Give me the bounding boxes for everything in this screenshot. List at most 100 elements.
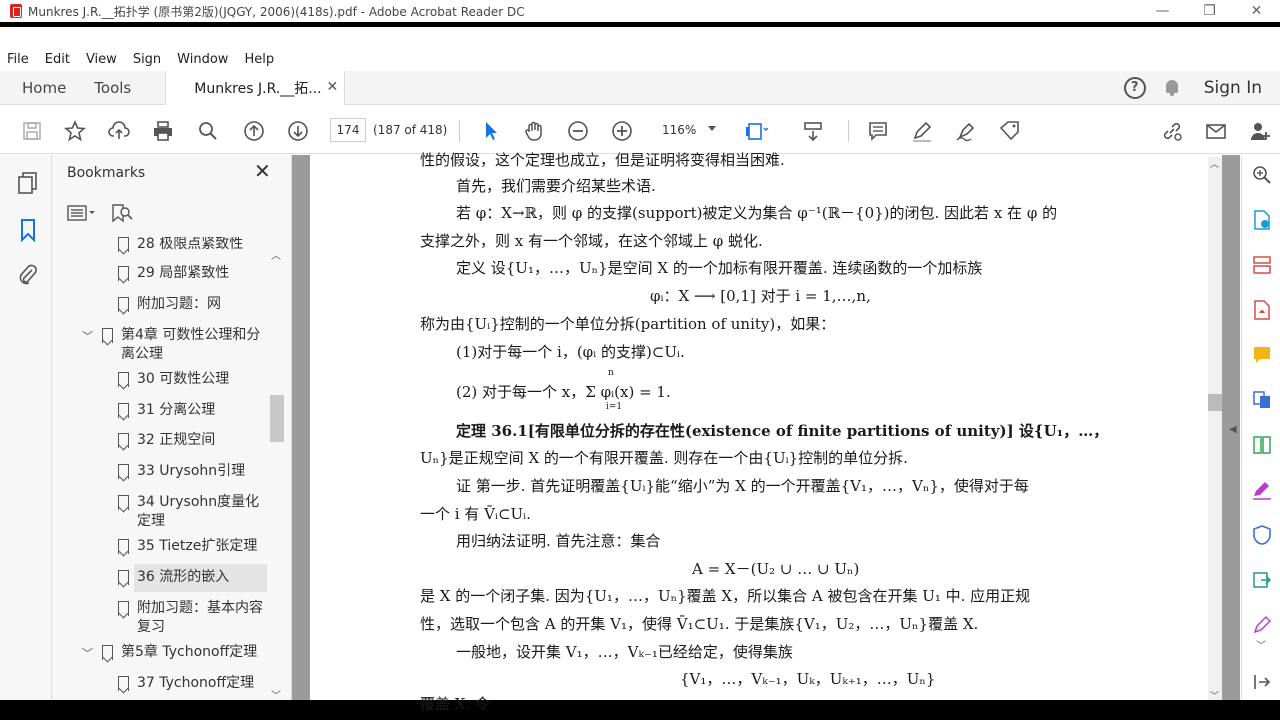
- formula-line: φᵢ：X ⟶ [0,1] 对于 i = 1,…,n,: [650, 287, 871, 305]
- menu-bar: File Edit View Sign Window Help: [0, 49, 1280, 70]
- text-line: 一般地，设开集 V₁，…，Vₖ₋₁已经给定，使得集族: [456, 643, 793, 661]
- document-tab-label: Munkres J.R.__拓...: [194, 80, 322, 97]
- toolbar-divider-2: [848, 120, 849, 142]
- highlight-pen-icon[interactable]: [911, 120, 933, 142]
- protect-shield-icon[interactable]: [1252, 525, 1272, 545]
- text-line: Uₙ}是正规空间 X 的一个有限开覆盖. 则存在一个由{Uᵢ}控制的单位分拆.: [420, 449, 908, 467]
- close-tab-icon[interactable]: ✕: [327, 79, 339, 95]
- right-tools-rail: ﹀: [1241, 155, 1280, 700]
- menu-edit[interactable]: Edit: [45, 52, 70, 67]
- toolbar: 174 (187 of 418) 116%: [0, 106, 1280, 154]
- combine-files-icon[interactable]: [1252, 390, 1272, 410]
- email-icon[interactable]: [1205, 120, 1227, 142]
- more-tools-chevron-icon[interactable]: ﹀: [1256, 637, 1266, 652]
- tab-home[interactable]: Home: [0, 71, 80, 105]
- tab-bar: Home Tools Munkres J.R.__拓... ✕ ? Sign I…: [0, 70, 1280, 105]
- create-pdf-icon[interactable]: [1252, 300, 1272, 320]
- edit-pen-icon[interactable]: [1252, 615, 1272, 635]
- comment-icon[interactable]: [867, 120, 889, 142]
- text-line: 称为由{Uᵢ}控制的一个单位分拆(partition of unity)，如果：: [420, 315, 836, 333]
- scroll-up-icon[interactable]: ︿: [271, 247, 281, 262]
- zoom-out-icon[interactable]: [567, 120, 589, 142]
- window-title: Munkres J.R.__拓扑学 (原书第2版)(JQGY, 2006)(41…: [28, 4, 525, 19]
- previous-page-icon[interactable]: [243, 120, 265, 142]
- text-line: 定义 设{U₁，…，Uₙ}是空间 X 的一个加标有限开覆盖. 连续函数的一个加标…: [456, 259, 983, 277]
- zoom-dropdown-icon[interactable]: [708, 126, 716, 131]
- attachments-icon[interactable]: [17, 263, 39, 287]
- minimize-button[interactable]: —: [1139, 3, 1186, 19]
- close-panel-icon[interactable]: ✕: [254, 159, 271, 183]
- text-line: 用归纳法证明. 首先注意：集合: [456, 532, 661, 550]
- edit-tag-icon[interactable]: [999, 120, 1021, 142]
- collapse-right-rail-icon[interactable]: [1252, 672, 1272, 692]
- share-link-icon[interactable]: [1161, 120, 1183, 142]
- save-icon[interactable]: [21, 120, 43, 142]
- menu-help[interactable]: Help: [244, 52, 274, 67]
- text-line: (1)对于每一个 i，(φᵢ 的支撑)⊂Uᵢ.: [456, 343, 685, 361]
- title-bar: Munkres J.R.__拓扑学 (原书第2版)(JQGY, 2006)(41…: [0, 0, 1280, 22]
- tab-document[interactable]: Munkres J.R.__拓... ✕: [165, 70, 346, 105]
- menu-file[interactable]: File: [7, 52, 29, 67]
- bookmark-options-icon[interactable]: [67, 204, 95, 222]
- collapse-chevron-icon[interactable]: ﹀: [82, 644, 93, 663]
- organize-pages-icon[interactable]: [1252, 255, 1272, 275]
- bookmarks-scrollbar-thumb[interactable]: [270, 395, 284, 442]
- print-icon[interactable]: [152, 120, 174, 142]
- document-scrollbar-thumb[interactable]: [1208, 394, 1222, 411]
- menu-view[interactable]: View: [86, 52, 117, 67]
- text-line: 证 第一步. 首先证明覆盖{Uᵢ}能“缩小”为 X 的一个开覆盖{V₁，…，Vₙ…: [456, 477, 1029, 495]
- zoom-in-icon[interactable]: [611, 120, 633, 142]
- doc-scroll-down-icon[interactable]: ﹀: [1210, 689, 1219, 702]
- bookmark-star-icon[interactable]: [64, 119, 86, 142]
- select-cursor-icon[interactable]: [480, 120, 502, 142]
- page-count: (187 of 418): [373, 123, 448, 137]
- compare-files-icon[interactable]: [1252, 435, 1272, 455]
- hand-tool-icon[interactable]: [523, 120, 545, 142]
- fit-page-icon[interactable]: [746, 120, 769, 142]
- scroll-down-icon[interactable]: ﹀: [271, 687, 281, 702]
- page-thumbnails-icon[interactable]: [17, 171, 39, 195]
- document-viewer: 性的假设，这个定理也成立，但是证明将变得相当困难. 首先，我们需要介绍某些术语.…: [292, 151, 1240, 713]
- pdf-page: 性的假设，这个定理也成立，但是证明将变得相当困难. 首先，我们需要介绍某些术语.…: [310, 151, 1222, 713]
- collapse-chevron-icon[interactable]: ﹀: [82, 327, 93, 346]
- tab-tools[interactable]: Tools: [80, 71, 145, 105]
- sum-lower-limit: i=1: [606, 402, 623, 412]
- restore-button[interactable]: ❐: [1186, 3, 1233, 19]
- text-line: 性的假设，这个定理也成立，但是证明将变得相当困难.: [420, 151, 785, 169]
- find-bookmark-icon[interactable]: [111, 203, 133, 223]
- send-for-review-icon[interactable]: [1252, 570, 1272, 590]
- acrobat-icon: [10, 4, 22, 18]
- formula-line: A = X－(U₂ ∪ … ∪ Uₙ): [692, 560, 860, 578]
- page-number-input[interactable]: 174: [330, 118, 366, 142]
- text-line: 是 X 的一个闭子集. 因为{U₁，…，Uₙ}覆盖 X，所以集合 A 被包含在开…: [420, 587, 1031, 605]
- next-page-icon[interactable]: [287, 120, 309, 142]
- toolbar-divider: [459, 120, 460, 142]
- scroll-mode-icon[interactable]: [802, 120, 824, 142]
- sign-in-button[interactable]: Sign In: [1204, 78, 1262, 98]
- upload-cloud-icon[interactable]: [108, 120, 130, 142]
- notification-bell-icon[interactable]: [1164, 79, 1180, 97]
- help-icon[interactable]: ?: [1123, 76, 1146, 99]
- left-navigation-rail: [0, 155, 52, 700]
- bookmarks-list: 28 极限点紧致性 29 局部紧致性 附加习题：网 ﹀ 第4章 可数性公理和分离公…: [82, 237, 267, 691]
- comment-tool-icon[interactable]: [1252, 345, 1272, 365]
- expand-right-panel-icon[interactable]: ◀: [1229, 424, 1237, 435]
- sign-pen-icon[interactable]: [955, 120, 977, 142]
- text-line: 性，选取一个包含 A 的开集 V₁，使得 V̄₁⊂U₁. 于是集族{V₁，U₂，…: [420, 615, 979, 633]
- text-line: 若 φ：X→ℝ，则 φ 的支撑(support)被定义为集合 φ⁻¹(ℝ－{0}…: [456, 204, 1058, 222]
- close-window-button[interactable]: ✕: [1233, 3, 1280, 19]
- export-pdf-icon[interactable]: [1252, 210, 1272, 230]
- add-user-icon[interactable]: [1249, 120, 1271, 142]
- text-line: (2) 对于每一个 x，Σ φᵢ(x) = 1.: [456, 383, 671, 401]
- menu-sign[interactable]: Sign: [133, 52, 161, 67]
- theorem-line: 定理 36.1[有限单位分拆的存在性(existence of finite p…: [456, 422, 1109, 440]
- document-scrollbar[interactable]: [1208, 157, 1222, 700]
- text-line: 一个 i 有 V̄ᵢ⊂Uᵢ.: [420, 505, 531, 523]
- fill-sign-icon[interactable]: [1252, 480, 1272, 500]
- doc-scroll-up-icon[interactable]: ︿: [1210, 157, 1219, 170]
- menu-window[interactable]: Window: [177, 52, 228, 67]
- search-icon[interactable]: [197, 120, 219, 142]
- zoom-level[interactable]: 116%: [662, 123, 696, 137]
- bookmarks-panel-icon[interactable]: [17, 218, 39, 243]
- zoom-search-icon[interactable]: [1252, 165, 1272, 185]
